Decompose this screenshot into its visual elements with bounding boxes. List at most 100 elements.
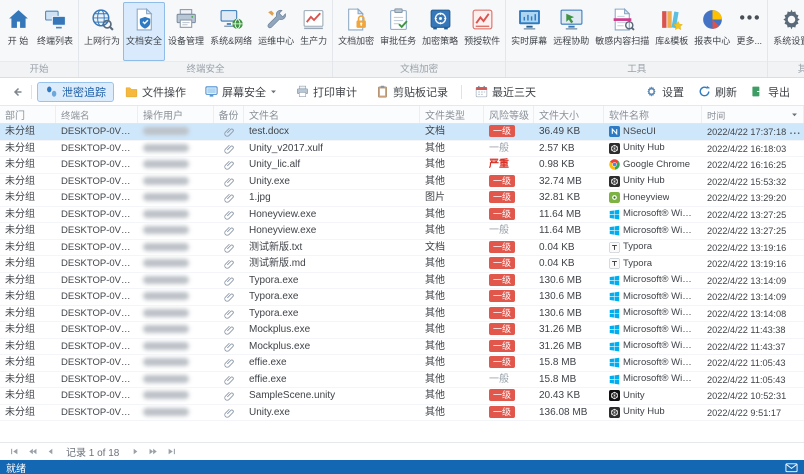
table-row[interactable]: 未分组 DESKTOP-0VIDMDJ 测试新版.md 其他 一级 0.04 KB Typo… [0,256,804,273]
table-row[interactable]: 未分组 DESKTOP-0VIDMDJ Honeyview.exe 其他 一级 11.64… [0,207,804,223]
cell-risk: 一级 [484,322,534,338]
cell-filename: 测试新版.md [249,258,306,269]
cell-filename: effie.exe [249,357,287,368]
table-row[interactable]: 未分组 DESKTOP-0VIDMDJ Unity.exe 其他 一级 136.08 MB… [0,405,804,421]
ribbon-item-remote-assist[interactable]: 远程协助 [550,2,592,61]
table-row[interactable]: 未分组 DESKTOP-0VIDMDJ Honeyview.exe 其他 一般 11.64… [0,223,804,240]
column-header-2[interactable]: 操作用户 [138,106,214,123]
column-header-4[interactable]: 文件名 [244,106,420,123]
cell-size: 130.6 MB [539,274,582,286]
cell-filetype: 文档 [425,241,445,253]
cell-backup [214,174,244,190]
date-filter-button[interactable]: 最近三天 [467,82,544,102]
pager-fast-next-button[interactable] [147,446,159,458]
app-windows [609,225,620,236]
table-row[interactable]: 未分组 DESKTOP-0VIDMDJ test.docx 文档 一级 36.49 KB N… [0,124,804,141]
ribbon-item-doc-encryption[interactable]: 文档加密 [335,2,377,61]
ribbon-item-doc-security[interactable]: 文档安全 [123,2,166,61]
table-row[interactable]: 未分组 DESKTOP-0VIDMDJ Typora.exe 其他 一级 130.6 MB… [0,289,804,306]
cell-filetype: 其他 [425,357,445,368]
ribbon-item-library-template[interactable]: 库&模板 [652,2,691,61]
cell-department: 未分组 [5,324,35,335]
column-header-9[interactable]: 时间 [702,106,804,123]
ribbon-item-terminal-list[interactable]: 终端列表 [34,2,76,61]
cell-risk: 一级 [484,190,534,206]
table-row[interactable]: 未分组 DESKTOP-0VIDMDJ Mockplus.exe 其他 一级 31.26 … [0,322,804,339]
table-row[interactable]: 未分组 DESKTOP-0VIDMDJ Typora.exe 其他 一级 130.6 MB… [0,306,804,322]
message-envelope-icon[interactable] [785,461,798,474]
cell-risk: 一级 [484,339,534,355]
table-row[interactable]: 未分组 DESKTOP-0VIDMDJ Unity_lic.alf 其他 严重 0.98 … [0,157,804,174]
ribbon-item-ops-center[interactable]: 运维中心 [255,2,297,61]
ribbon-item-encryption-policy[interactable]: 加密策略 [419,2,461,61]
pager-fast-prev-button[interactable] [26,446,38,458]
ribbon-item-preauth-software[interactable]: 预授软件 [461,2,503,61]
pager-last-button[interactable] [165,446,177,458]
status-text: 就绪 [6,463,26,474]
ribbon-item-system-settings[interactable]: 系统设置 [770,2,804,61]
risk-badge: 一级 [489,290,516,303]
ribbon-item-system-network[interactable]: 系统&网络 [207,2,255,61]
cell-operator [138,306,214,322]
table-row[interactable]: 未分组 DESKTOP-0VIDMDJ Mockplus.exe 其他 一级 31.26 … [0,339,804,355]
pg-next2-icon [149,447,158,456]
table-row[interactable]: 未分组 DESKTOP-0VIDMDJ 1.jpg 图片 一级 32.81 KB Honey… [0,190,804,207]
app-typora [609,258,620,270]
back-icon [10,85,24,99]
ribbon-item-sensitive-scan[interactable]: 敏感内容扫描 [592,2,652,61]
settings-button[interactable]: 设置 [639,82,690,102]
pager-first-button[interactable] [8,446,20,458]
column-label: 备份 [218,111,239,122]
ribbon-item-report-center[interactable]: 报表中心 [691,2,733,61]
row-more-button[interactable]: ... [790,124,801,140]
column-header-7[interactable]: 文件大小 [534,106,604,123]
ribbon-item-live-screen[interactable]: 实时屏幕 [508,2,550,61]
tab-screen-security[interactable]: 屏幕安全 [197,82,285,102]
table-row[interactable]: 未分组 DESKTOP-0VIDMDJ Unity.exe 其他 一级 32.74 MB U… [0,174,804,190]
ribbon-item-more[interactable]: 更多... [733,2,765,61]
table-row[interactable]: 未分组 DESKTOP-0VIDMDJ Unity_v2017.xulf 其他 一般 2.… [0,141,804,157]
table-row[interactable]: 未分组 DESKTOP-0VIDMDJ 测试新版.txt 文档 一级 0.04 KB Typ… [0,240,804,256]
pager-next-button[interactable] [129,446,141,458]
table-row[interactable]: 未分组 DESKTOP-0VIDMDJ effie.exe 其他 一般 15.8 MB Mi… [0,372,804,388]
tab-print-audit[interactable]: 打印审计 [288,82,365,102]
cell-size: 31.26 MB [539,340,582,352]
table-row[interactable]: 未分组 DESKTOP-0VIDMDJ effie.exe 其他 一级 15.8 MB Mi… [0,355,804,372]
column-header-3[interactable]: 备份 [214,106,244,123]
export-button[interactable]: 导出 [745,82,796,102]
column-header-6[interactable]: 风险等级 [484,106,534,123]
tab-folder[interactable]: 文件操作 [117,82,194,102]
table-row[interactable]: 未分组 DESKTOP-0VIDMDJ SampleScene.unity 其他 一级 2… [0,388,804,405]
cell-terminal: DESKTOP-0VIDMDJ [61,175,138,187]
ribbon-item-device-management[interactable]: 设备管理 [165,2,207,61]
ribbon-item-home[interactable]: 开 始 [2,2,34,61]
ribbon-item-productivity[interactable]: 生产力 [297,2,330,61]
table-row[interactable]: 未分组 DESKTOP-0VIDMDJ Typora.exe 其他 一级 130.6 MB… [0,273,804,289]
settings-gear-icon [645,85,658,98]
cell-time: 2022/4/22 10:52:31 [707,391,787,401]
cell-filetype: 其他 [425,208,445,220]
column-header-1[interactable]: 终端名 [56,106,138,123]
back-button[interactable] [8,83,26,101]
pager-prev-button[interactable] [44,446,56,458]
cell-risk: 一级 [484,405,534,421]
cell-terminal: DESKTOP-0VIDMDJ [61,274,138,286]
cell-terminal: DESKTOP-0VIDMDJ [61,291,138,302]
cell-department: 未分组 [5,340,35,352]
paperclip-icon [223,357,235,368]
ribbon-item-web-behavior[interactable]: 上网行为 [81,2,123,61]
cell-time: 2022/4/22 11:05:43 [707,358,786,368]
refresh-button[interactable]: 刷新 [692,82,743,102]
tab-leak-trace[interactable]: 泄密追踪 [37,81,114,102]
cell-operator [138,372,214,388]
ribbon-item-label: 更多... [736,36,762,46]
column-header-8[interactable]: 软件名称 [604,106,702,123]
risk-badge: 一级 [489,323,516,336]
ribbon-item-label: 远程协助 [553,36,590,46]
column-header-0[interactable]: 部门 [0,106,56,123]
risk-badge: 一级 [489,125,516,138]
cell-filetype: 其他 [425,274,445,286]
column-header-5[interactable]: 文件类型 [420,106,484,123]
tab-clipboard[interactable]: 剪贴板记录 [368,82,456,102]
ribbon-item-approval-tasks[interactable]: 审批任务 [377,2,419,61]
